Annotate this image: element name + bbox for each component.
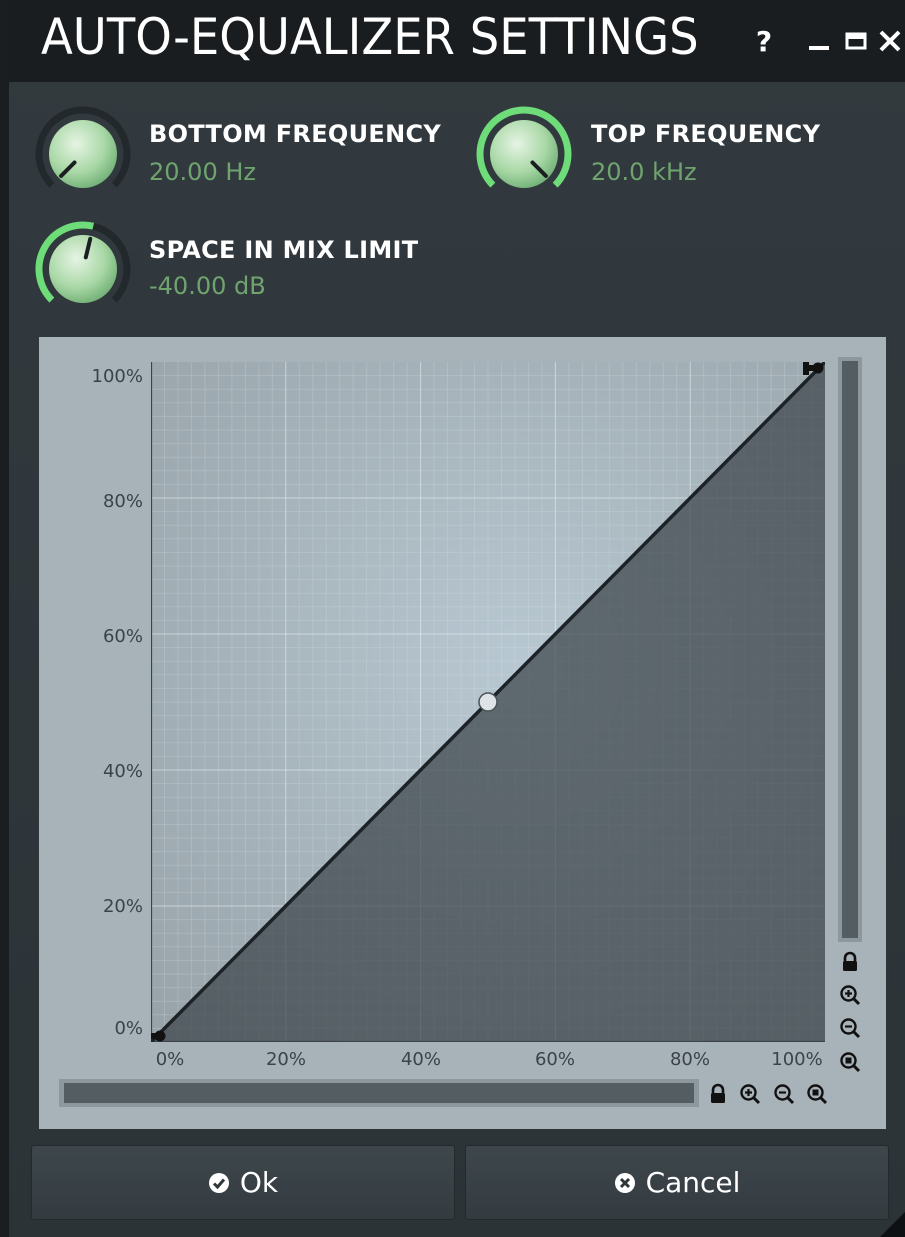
zoom-in-icon[interactable] — [839, 984, 861, 1006]
ok-button[interactable]: Ok — [31, 1145, 455, 1220]
space-in-mix-limit-knob[interactable] — [33, 219, 133, 319]
cancel-circle-icon — [614, 1172, 635, 1193]
space-in-mix-limit-label: SPACE IN MIX LIMIT — [149, 236, 419, 264]
top-frequency-knob[interactable] — [474, 104, 574, 204]
y-tick-label: 40% — [102, 761, 143, 782]
zoom-out-icon[interactable] — [773, 1083, 795, 1105]
ok-button-label: Ok — [239, 1166, 279, 1199]
close-icon — [879, 30, 901, 52]
horizontal-scrollbar[interactable] — [59, 1079, 699, 1107]
knob-graphic[interactable] — [474, 104, 574, 204]
maximize-button[interactable] — [841, 24, 871, 63]
y-tick-label: 20% — [102, 896, 143, 917]
x-tick-label: 60% — [534, 1049, 575, 1070]
zoom-in-icon[interactable] — [739, 1083, 761, 1105]
y-tick-label: 0% — [114, 1018, 143, 1039]
top-frequency-value[interactable]: 20.0 kHz — [591, 158, 697, 186]
help-button[interactable]: ? — [749, 24, 779, 60]
curve-svg[interactable] — [151, 362, 825, 1042]
bottom-frequency-value[interactable]: 20.00 Hz — [149, 158, 256, 186]
bottom-frequency-label: BOTTOM FREQUENCY — [149, 120, 442, 148]
top-frequency-label: TOP FREQUENCY — [591, 120, 821, 148]
x-tick-label: 20% — [265, 1049, 306, 1070]
zoom-out-icon[interactable] — [839, 1017, 861, 1039]
close-button[interactable] — [875, 24, 905, 63]
y-tick-label: 100% — [91, 366, 143, 387]
zoom-reset-icon[interactable] — [839, 1051, 861, 1073]
lock-icon[interactable] — [707, 1083, 729, 1105]
horizontal-scroll-thumb[interactable] — [64, 1083, 694, 1103]
vertical-scroll-thumb[interactable] — [842, 361, 858, 938]
minimize-icon — [809, 46, 829, 50]
zoom-reset-icon[interactable] — [806, 1083, 828, 1105]
resize-grip-icon[interactable] — [880, 1212, 905, 1237]
x-tick-label: 0% — [155, 1049, 185, 1070]
window-title: AUTO-EQUALIZER SETTINGS — [41, 8, 699, 66]
x-tick-label: 80% — [669, 1049, 710, 1070]
cancel-button[interactable]: Cancel — [465, 1145, 889, 1220]
title-bar[interactable]: AUTO-EQUALIZER SETTINGS ? — [9, 0, 905, 82]
check-circle-icon — [208, 1172, 229, 1193]
x-tick-label: 40% — [400, 1049, 441, 1070]
maximize-icon — [845, 32, 867, 50]
transfer-curve-plot[interactable] — [151, 362, 825, 1042]
lock-icon[interactable] — [839, 951, 861, 973]
cancel-button-label: Cancel — [645, 1166, 741, 1199]
bottom-frequency-knob[interactable] — [33, 104, 133, 204]
minimize-button[interactable] — [804, 24, 834, 63]
y-tick-label: 60% — [102, 626, 143, 647]
knob-body[interactable] — [490, 120, 558, 188]
vertical-scrollbar[interactable] — [838, 357, 862, 942]
knob-graphic[interactable] — [33, 219, 133, 319]
space-in-mix-limit-value[interactable]: -40.00 dB — [149, 272, 266, 300]
y-tick-label: 80% — [102, 491, 143, 512]
x-tick-label: 100% — [771, 1049, 823, 1070]
knob-graphic[interactable] — [33, 104, 133, 204]
knob-body[interactable] — [49, 120, 117, 188]
knob-body[interactable] — [49, 235, 117, 303]
curve-midpoint-handle[interactable] — [478, 692, 498, 712]
